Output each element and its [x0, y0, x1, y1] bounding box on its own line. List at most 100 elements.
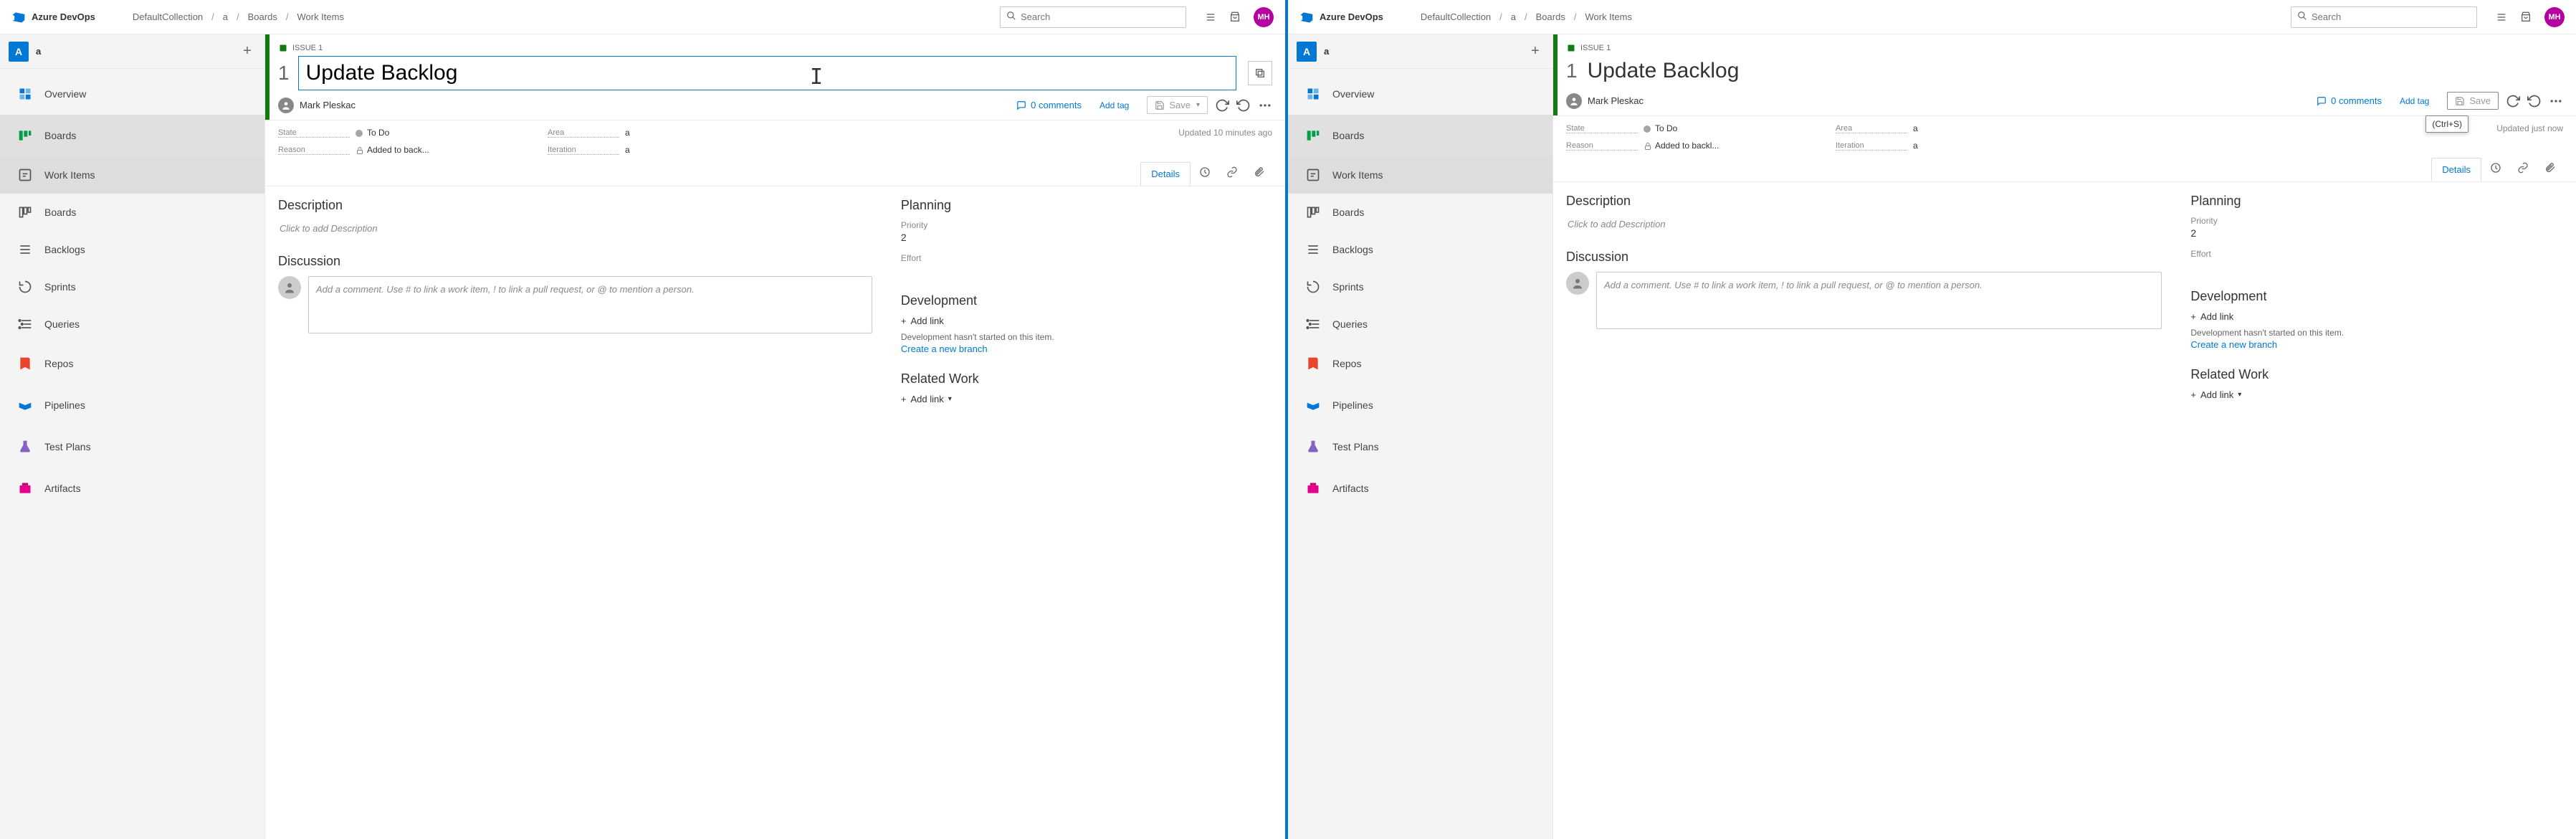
nav-label: Backlogs — [1332, 244, 1373, 255]
reason-value[interactable]: Added to back... — [356, 145, 542, 155]
iteration-value[interactable]: a — [1913, 141, 2563, 151]
section-development-title: Development — [901, 293, 1272, 308]
discussion-input[interactable]: Add a comment. Use # to link a work item… — [308, 276, 872, 333]
priority-value[interactable]: 2 — [901, 232, 1272, 243]
crumb-project[interactable]: a — [1511, 11, 1516, 22]
nav-boards[interactable]: Boards — [1288, 115, 1552, 156]
state-value[interactable]: To Do — [1644, 123, 1830, 133]
tab-details[interactable]: Details — [1140, 162, 1191, 186]
list-icon[interactable] — [1205, 11, 1216, 23]
add-button[interactable]: + — [239, 43, 256, 60]
search-input[interactable] — [1021, 11, 1180, 22]
nav-repos[interactable]: Repos — [0, 343, 264, 384]
nav-repos[interactable]: Repos — [1288, 343, 1552, 384]
attachments-icon[interactable] — [1246, 161, 1272, 186]
copy-link-button[interactable] — [1248, 61, 1272, 85]
shopping-bag-icon[interactable] — [1229, 11, 1241, 23]
nav-boards-sub[interactable]: Boards — [0, 194, 264, 231]
search-box[interactable] — [1000, 6, 1186, 28]
create-branch-link[interactable]: Create a new branch — [2190, 339, 2563, 350]
nav-boards-sub[interactable]: Boards — [1288, 194, 1552, 231]
assignee[interactable]: Mark Pleskac — [278, 98, 356, 113]
nav-artifacts[interactable]: Artifacts — [1288, 468, 1552, 509]
tab-details[interactable]: Details — [2431, 158, 2481, 181]
comments-link[interactable]: 0 comments — [1016, 100, 1082, 110]
workitem-title-input[interactable] — [298, 56, 1236, 90]
project-name[interactable]: a — [36, 46, 232, 57]
nav-sprints[interactable]: Sprints — [1288, 268, 1552, 305]
description-placeholder[interactable]: Click to add Description — [1566, 216, 2162, 232]
history-icon[interactable] — [1192, 161, 1218, 186]
save-button[interactable]: Save — [1147, 96, 1208, 114]
related-add-link[interactable]: +Add link ▾ — [2190, 389, 2563, 400]
nav-test-plans[interactable]: Test Plans — [1288, 426, 1552, 468]
revert-icon[interactable] — [1236, 98, 1251, 113]
more-actions-icon[interactable] — [2549, 94, 2563, 108]
project-name[interactable]: a — [1324, 46, 1520, 57]
nav-pipelines[interactable]: Pipelines — [1288, 384, 1552, 426]
shopping-bag-icon[interactable] — [2520, 11, 2532, 23]
topbar: Azure DevOps DefaultCollection / a / Boa… — [1288, 0, 2576, 34]
dev-add-link[interactable]: +Add link — [2190, 311, 2563, 322]
nav-pipelines[interactable]: Pipelines — [0, 384, 264, 426]
nav-work-items[interactable]: Work Items — [1288, 156, 1552, 194]
dev-add-link[interactable]: +Add link — [901, 316, 1272, 326]
effort-value[interactable] — [2190, 260, 2563, 272]
nav-queries[interactable]: Queries — [0, 305, 264, 343]
crumb-boards[interactable]: Boards — [1536, 11, 1565, 22]
nav-test-plans[interactable]: Test Plans — [0, 426, 264, 468]
issue-type-tag[interactable]: ISSUE 1 — [278, 43, 1272, 53]
reason-value[interactable]: Added to backl... — [1644, 141, 1830, 151]
nav-sprints[interactable]: Sprints — [0, 268, 264, 305]
list-icon[interactable] — [2496, 11, 2507, 23]
user-avatar[interactable]: MH — [1254, 7, 1274, 27]
history-icon[interactable] — [2483, 156, 2509, 181]
workitem-title[interactable]: Update Backlog — [1586, 56, 2563, 86]
crumb-project[interactable]: a — [223, 11, 228, 22]
assignee[interactable]: Mark Pleskac — [1566, 93, 1644, 109]
discussion-input[interactable]: Add a comment. Use # to link a work item… — [1596, 272, 2162, 329]
nav-label: Test Plans — [1332, 441, 1379, 452]
nav-boards[interactable]: Boards — [0, 115, 264, 156]
iteration-value[interactable]: a — [625, 145, 1272, 155]
sidebar: A a + Overview Boards Work Items — [0, 34, 265, 839]
nav-queries[interactable]: Queries — [1288, 305, 1552, 343]
crumb-workitems[interactable]: Work Items — [297, 11, 344, 22]
nav-backlogs[interactable]: Backlogs — [1288, 231, 1552, 268]
related-add-link[interactable]: +Add link ▾ — [901, 394, 1272, 404]
area-value[interactable]: a — [625, 128, 1272, 138]
plus-icon: + — [901, 394, 907, 404]
revert-icon[interactable] — [2527, 94, 2542, 108]
brand[interactable]: Azure DevOps — [11, 10, 95, 24]
issue-type-tag[interactable]: ISSUE 1 — [1566, 43, 2563, 53]
nav-overview[interactable]: Overview — [0, 73, 264, 115]
brand[interactable]: Azure DevOps — [1299, 10, 1383, 24]
add-button[interactable]: + — [1527, 43, 1544, 60]
search-input[interactable] — [2312, 11, 2471, 22]
description-placeholder[interactable]: Click to add Description — [278, 220, 872, 237]
search-box[interactable] — [2291, 6, 2477, 28]
nav-overview[interactable]: Overview — [1288, 73, 1552, 115]
user-avatar[interactable]: MH — [2544, 7, 2565, 27]
priority-value[interactable]: 2 — [2190, 227, 2563, 239]
crumb-workitems[interactable]: Work Items — [1585, 11, 1632, 22]
crumb-collection[interactable]: DefaultCollection — [1421, 11, 1491, 22]
nav-work-items[interactable]: Work Items — [0, 156, 264, 194]
nav-artifacts[interactable]: Artifacts — [0, 468, 264, 509]
attachments-icon[interactable] — [2537, 156, 2563, 181]
links-icon[interactable] — [2510, 156, 2536, 181]
state-value[interactable]: To Do — [356, 128, 542, 138]
effort-value[interactable] — [901, 265, 1272, 276]
refresh-icon[interactable] — [1215, 98, 1229, 113]
create-branch-link[interactable]: Create a new branch — [901, 343, 1272, 354]
save-button[interactable]: Save — [2447, 92, 2499, 110]
links-icon[interactable] — [1219, 161, 1245, 186]
add-tag-button[interactable]: Add tag — [1096, 98, 1132, 113]
crumb-collection[interactable]: DefaultCollection — [133, 11, 203, 22]
crumb-boards[interactable]: Boards — [248, 11, 277, 22]
more-actions-icon[interactable] — [1258, 98, 1272, 113]
nav-backlogs[interactable]: Backlogs — [0, 231, 264, 268]
add-tag-button[interactable]: Add tag — [2396, 94, 2433, 108]
comments-link[interactable]: 0 comments — [2317, 95, 2382, 106]
refresh-icon[interactable] — [2506, 94, 2520, 108]
